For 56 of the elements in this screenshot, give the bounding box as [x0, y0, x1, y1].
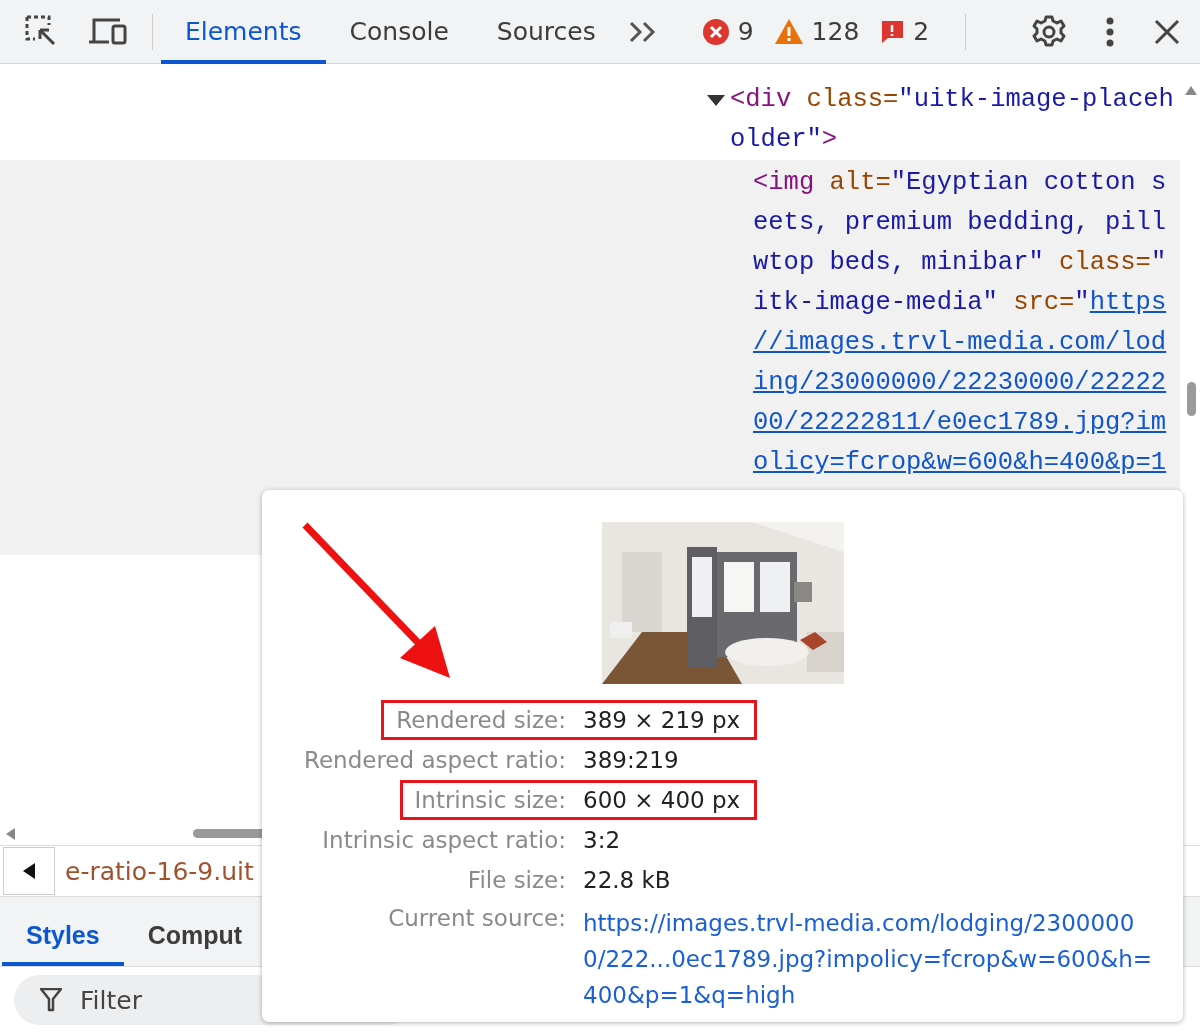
- counter-value: 2: [913, 17, 930, 46]
- scroll-left-button[interactable]: [3, 847, 55, 895]
- panel-tab[interactable]: Console: [325, 0, 473, 64]
- property-value: 22.8 kB: [582, 866, 672, 895]
- settings-icon[interactable]: [1032, 14, 1066, 49]
- close-icon[interactable]: [1154, 18, 1180, 45]
- property-label: Rendered aspect ratio:: [302, 746, 566, 775]
- device-toolbar-icon[interactable]: [88, 16, 128, 47]
- code-text: wtop beds, minibar": [753, 247, 1044, 279]
- property-value: 3:2: [582, 826, 621, 855]
- code-link[interactable]: https: [1089, 283, 1167, 323]
- breadcrumb-item[interactable]: e-ratio-16-9.uit: [65, 856, 254, 886]
- property-value: 389:219: [582, 746, 680, 775]
- code-text: "uitk-image-placeh: [898, 84, 1174, 116]
- code-link[interactable]: olicy=fcrop&w=600&h=400&p=1: [753, 443, 1167, 483]
- more-tabs-icon[interactable]: [627, 19, 658, 44]
- issue-icon: [879, 18, 906, 45]
- property-label: Intrinsic size:: [399, 780, 566, 820]
- property-label: Intrinsic aspect ratio:: [321, 826, 566, 855]
- code-link[interactable]: ing/23000000/22230000/22222: [753, 363, 1167, 403]
- scroll-up-icon[interactable]: [1185, 86, 1197, 95]
- sidebar-tab[interactable]: Comput: [123, 921, 243, 966]
- code-text: ": [1074, 287, 1090, 319]
- code-text: >: [821, 124, 838, 156]
- expanded-triangle-icon[interactable]: [706, 93, 726, 107]
- panel-tab[interactable]: Sources: [472, 0, 620, 64]
- filter-icon: [40, 988, 62, 1012]
- panel-tab[interactable]: Elements: [161, 0, 326, 64]
- code-link[interactable]: 00/22222811/e0ec1789.jpg?im: [753, 403, 1167, 443]
- code-text: class=: [1058, 247, 1151, 279]
- code-text: "Egyptian cotton s: [890, 167, 1167, 199]
- warning-icon: [773, 18, 804, 45]
- code-text: <img: [753, 167, 815, 199]
- source-link[interactable]: https://images.trvl-media.com/lodging/23000000/222...0ec1789.jpg?impolicy=fcrop&w=600&h=400&p=1&q=high: [566, 900, 1170, 1016]
- code-text: older": [730, 124, 822, 156]
- code-text: src=: [1012, 287, 1075, 319]
- property-value: 389 × 219 px: [566, 700, 758, 740]
- counter-value: 128: [811, 17, 860, 46]
- scroll-left-icon[interactable]: [6, 828, 15, 840]
- property-label: Rendered size:: [381, 700, 566, 740]
- code-text: itk-image-media": [753, 287, 998, 319]
- error-icon: [701, 17, 730, 46]
- code-text: eets, premium bedding, pill: [753, 207, 1167, 239]
- sidebar-tab[interactable]: Styles: [2, 921, 124, 966]
- more-options-icon[interactable]: [1106, 16, 1114, 47]
- code-text: class=: [805, 84, 899, 116]
- property-label: File size:: [466, 866, 566, 895]
- property-label: Current source:: [387, 904, 566, 933]
- code-text: alt=: [828, 167, 891, 199]
- code-text: ": [1150, 247, 1167, 279]
- scrollbar-thumb[interactable]: [1187, 382, 1196, 416]
- code-text: <div: [730, 84, 792, 116]
- counter-value: 9: [737, 17, 754, 46]
- property-value: 600 × 400 px: [566, 780, 758, 820]
- caret-icon: [23, 863, 35, 879]
- code-link[interactable]: //images.trvl-media.com/lod: [753, 323, 1167, 363]
